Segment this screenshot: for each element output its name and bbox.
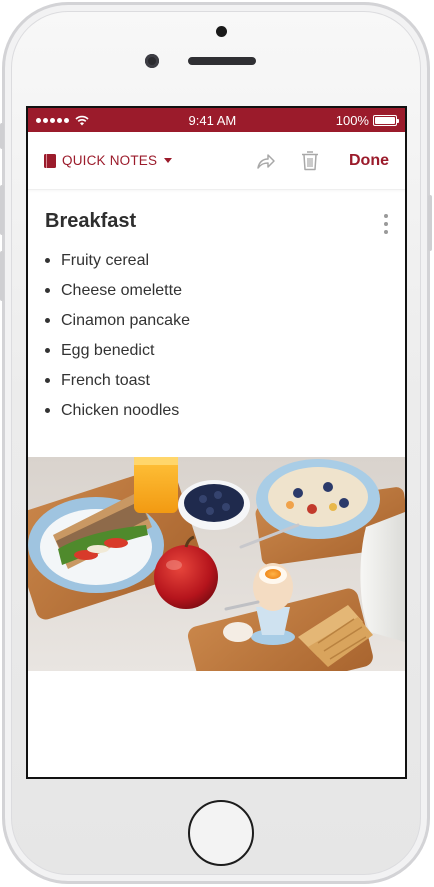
list-item-text: Chicken noodles — [61, 402, 180, 419]
bullet-list: Fruity cereal Cheese omelette Cinamon pa… — [45, 250, 388, 430]
list-item-text: Cinamon pancake — [61, 312, 190, 329]
battery-percent: 100% — [335, 112, 369, 128]
share-icon — [257, 153, 275, 169]
note-title[interactable]: Breakfast — [45, 210, 388, 233]
list-item[interactable]: Cinamon pancake — [45, 310, 388, 340]
note-body: Breakfast Fruity cereal Cheese omelette … — [28, 190, 405, 430]
bullet-icon — [45, 258, 50, 263]
more-vertical-icon[interactable] — [383, 214, 389, 234]
bullet-icon — [45, 408, 50, 413]
volume-up-button — [0, 185, 4, 235]
bullet-icon — [45, 378, 50, 383]
list-item-text: French toast — [61, 372, 150, 389]
volume-down-button — [0, 251, 4, 301]
list-item-text: Fruity cereal — [61, 252, 150, 269]
battery-icon — [372, 114, 399, 126]
chevron-down-icon — [164, 158, 173, 163]
bullet-icon — [45, 288, 50, 293]
notebook-picker[interactable]: QUICK NOTES — [44, 153, 173, 168]
bullet-icon — [45, 348, 50, 353]
notebook-label: QUICK NOTES — [62, 153, 158, 168]
app-screen: 9:41 AM 100% QUICK NOTES Done Breakfast … — [26, 106, 407, 779]
list-item[interactable]: Cheese omelette — [45, 280, 388, 310]
front-camera — [145, 54, 159, 68]
list-item[interactable]: Egg benedict — [45, 340, 388, 370]
home-button[interactable] — [188, 800, 254, 866]
cellular-signal-icon — [36, 115, 89, 126]
status-time: 9:41 AM — [188, 112, 237, 128]
bullet-icon — [45, 318, 50, 323]
proximity-sensor — [216, 26, 227, 37]
share-button[interactable] — [255, 150, 277, 172]
list-item-text: Egg benedict — [61, 342, 155, 359]
list-item[interactable]: French toast — [45, 370, 388, 400]
done-button[interactable]: Done — [349, 152, 389, 170]
wifi-icon — [75, 115, 89, 125]
list-item-text: Cheese omelette — [61, 282, 182, 299]
earpiece-speaker — [188, 57, 256, 65]
breakfast-photo-illustration — [28, 457, 405, 671]
delete-button[interactable] — [299, 150, 321, 172]
trash-icon — [302, 151, 318, 171]
notebook-icon — [44, 153, 56, 168]
note-toolbar: QUICK NOTES Done — [28, 132, 405, 190]
mute-switch — [0, 123, 4, 149]
breakfast-photo[interactable] — [28, 457, 405, 671]
list-item[interactable]: Fruity cereal — [45, 250, 388, 280]
power-button — [428, 195, 432, 251]
status-bar: 9:41 AM 100% — [28, 108, 405, 132]
list-item[interactable]: Chicken noodles — [45, 400, 388, 430]
